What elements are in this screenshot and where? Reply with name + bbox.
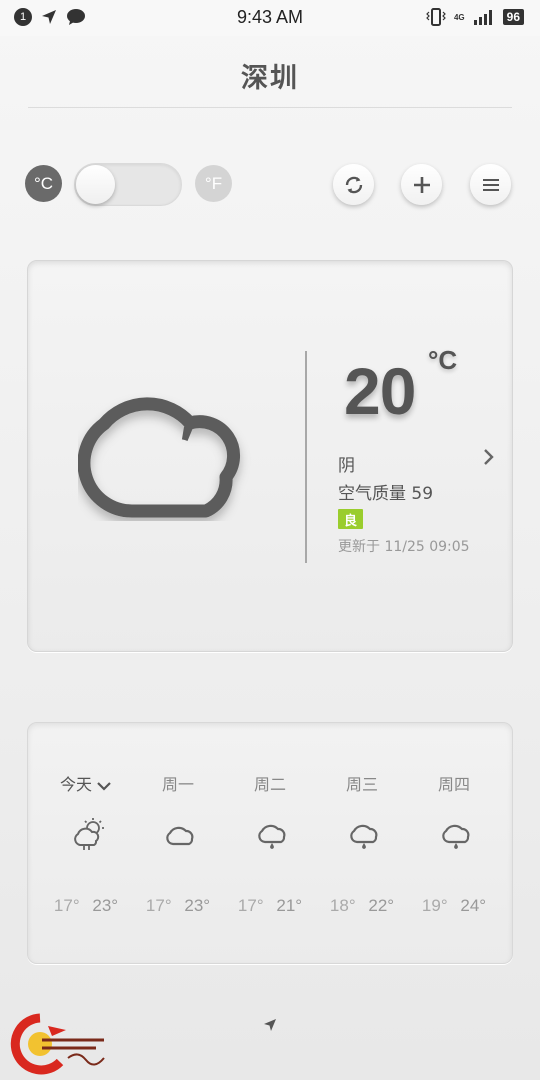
forecast-low: 18° [329,896,356,915]
current-temperature: 20 [344,354,416,428]
signal-strength-icon [473,10,492,25]
air-quality-index: 空气质量 59 [338,484,434,504]
toggle-knob[interactable] [76,165,115,204]
forecast-card: 今天 17° 23° 周一 17° 23° 周二 17° 21° 周三 18° … [27,722,513,964]
forecast-high: 21° [276,896,303,915]
update-time: 更新于 11/25 09:05 [338,539,470,555]
forecast-day-mon[interactable]: 周一 17° 23° [132,723,224,965]
add-city-button[interactable] [401,164,442,205]
forecast-day-today[interactable]: 今天 17° 23° [40,723,132,965]
chevron-right-icon[interactable] [483,447,495,467]
forecast-high: 22° [368,896,395,915]
forecast-temps: 18° 22° [316,896,408,916]
forecast-high: 23° [92,896,119,915]
forecast-day-thu[interactable]: 周四 19° 24° [408,723,500,965]
forecast-temps: 17° 21° [224,896,316,916]
forecast-low: 19° [421,896,448,915]
battery-level: 96 [502,9,524,25]
forecast-high: 24° [460,896,487,915]
forecast-day-name: 今天 [59,775,92,794]
forecast-temps: 17° 23° [132,896,224,916]
weather-condition: 阴 [338,456,355,476]
status-right: 4G 96 [426,8,524,26]
cloud-rain-icon [258,824,286,849]
forecast-low: 17° [53,896,80,915]
menu-icon [482,178,499,191]
air-quality-level-badge: 良 [338,509,364,529]
city-title[interactable]: 深圳 [0,56,540,95]
title-divider [28,107,512,108]
forecast-temps: 17° 23° [40,896,132,916]
cloud-rain-icon [350,824,378,849]
status-bar: 1 9:43 AM 4G 96 [0,0,540,36]
unit-toggle-switch[interactable] [74,163,182,206]
plus-icon [413,176,430,193]
refresh-icon [345,176,362,193]
vibrate-icon [426,8,446,26]
partly-sunny-rain-icon [74,818,104,850]
current-weather-card[interactable]: 20 °C 阴 空气质量 59 良 更新于 11/25 09:05 [27,260,513,652]
forecast-day-label: 周二 [253,775,286,794]
card-divider [305,351,307,563]
forecast-day-label: 周一 [161,775,194,794]
forecast-day-label: 周四 [437,775,470,794]
forecast-low: 17° [145,896,172,915]
forecast-day-label: 周三 [345,775,378,794]
celsius-label[interactable]: °C [25,165,62,202]
logo-seal-icon [10,1013,105,1075]
forecast-day-tue[interactable]: 周二 17° 21° [224,723,316,965]
forecast-high: 23° [184,896,211,915]
network-type-label: 4G [453,12,465,22]
fahrenheit-label[interactable]: °F [195,165,232,202]
menu-button[interactable] [470,164,511,205]
cloud-rain-icon [442,824,470,849]
forecast-low: 17° [237,896,264,915]
temperature-unit: °C [428,345,458,375]
forecast-day-label[interactable]: 今天 [40,771,132,795]
refresh-button[interactable] [333,164,374,205]
cloud-icon [78,397,241,518]
cloud-icon [166,826,194,846]
location-arrow-icon[interactable] [262,1017,278,1033]
forecast-temps: 19° 24° [408,896,500,916]
forecast-day-wed[interactable]: 周三 18° 22° [316,723,408,965]
chevron-down-icon[interactable] [96,780,112,792]
